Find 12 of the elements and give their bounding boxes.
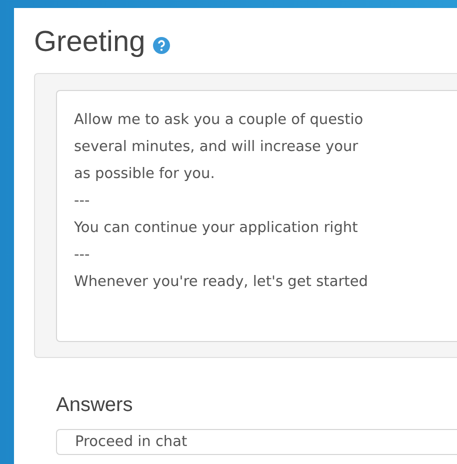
message-line: several minutes, and will increase your	[74, 138, 360, 157]
answers-label: Answers	[56, 394, 134, 417]
message-line: You can continue your application right	[74, 219, 359, 238]
message-line: Whenever you're ready, let's get started	[74, 273, 369, 292]
message-line: Allow me to ask you a couple of questio	[74, 111, 364, 130]
answer-field[interactable]: Proceed in chat	[56, 429, 457, 455]
help-icon[interactable]	[153, 36, 170, 54]
message-line: ---	[74, 246, 91, 265]
message-line: ---	[74, 192, 91, 211]
message-line: as possible for you.	[74, 165, 216, 184]
message-field[interactable]: Allow me to ask you a couple of questio several minutes, and will increase your as possible for you. --- You can continue your application right --- Whenever you're ready, let's get started	[56, 90, 457, 342]
section-title: Greeting	[34, 26, 146, 58]
